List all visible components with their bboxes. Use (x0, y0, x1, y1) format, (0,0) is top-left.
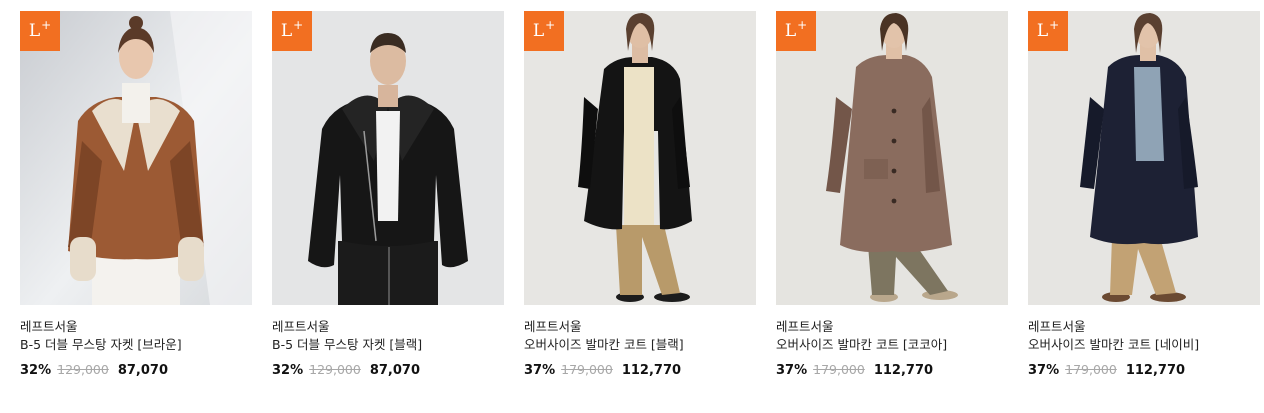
product-grid: L+ 레프트서울 B-5 더블 무스탕 자켓 [브라운] 32% 129,000 8… (0, 0, 1264, 413)
product-image[interactable]: L+ (524, 11, 756, 305)
product-name[interactable]: B-5 더블 무스탕 자켓 [브라운] (20, 334, 182, 353)
product-image[interactable]: L+ (1028, 11, 1260, 305)
lplus-badge: L+ (776, 11, 816, 51)
discount-rate: 32% (20, 363, 52, 378)
original-price: 179,000 (561, 362, 613, 377)
product-image[interactable]: L+ (272, 11, 504, 305)
brand-name: 레프트서울 (776, 319, 834, 334)
sale-price: 112,770 (1125, 363, 1186, 378)
discount-rate: 37% (776, 363, 808, 378)
original-price: 129,000 (309, 362, 361, 377)
product-card[interactable]: L+ 레프트서울 오버사이즈 발마칸 코트 [코코아] 37% 179,000 11… (776, 11, 1008, 391)
price-row: 37% 179,000 112,770 (776, 362, 933, 378)
price-row: 32% 129,000 87,070 (272, 362, 420, 378)
product-card[interactable]: L+ 레프트서울 B-5 더블 무스탕 자켓 [브라운] 32% 129,000 8… (20, 11, 252, 391)
product-image[interactable]: L+ (776, 11, 1008, 305)
sale-price: 112,770 (621, 363, 682, 378)
product-name[interactable]: 오버사이즈 발마칸 코트 [네이비] (1028, 334, 1199, 353)
sale-price: 87,070 (117, 363, 168, 378)
product-name[interactable]: 오버사이즈 발마칸 코트 [코코아] (776, 334, 947, 353)
original-price: 179,000 (813, 362, 865, 377)
price-row: 32% 129,000 87,070 (20, 362, 168, 378)
product-card[interactable]: L+ 레프트서울 오버사이즈 발마칸 코트 [네이비] 37% 179,000 11… (1028, 11, 1260, 391)
discount-rate: 37% (1028, 363, 1060, 378)
product-name[interactable]: 오버사이즈 발마칸 코트 [블랙] (524, 334, 684, 353)
brand-name: 레프트서울 (524, 319, 582, 334)
lplus-badge: L+ (524, 11, 564, 51)
price-row: 37% 179,000 112,770 (524, 362, 681, 378)
sale-price: 87,070 (369, 363, 420, 378)
brand-name: 레프트서울 (1028, 319, 1086, 334)
original-price: 129,000 (57, 362, 109, 377)
product-card[interactable]: L+ 레프트서울 오버사이즈 발마칸 코트 [블랙] 37% 179,000 112… (524, 11, 756, 391)
product-card[interactable]: L+ 레프트서울 B-5 더블 무스탕 자켓 [블랙] 32% 129,000 87… (272, 11, 504, 391)
brand-name: 레프트서울 (20, 319, 78, 334)
lplus-badge: L+ (272, 11, 312, 51)
product-name[interactable]: B-5 더블 무스탕 자켓 [블랙] (272, 334, 422, 353)
brand-name: 레프트서울 (272, 319, 330, 334)
price-row: 37% 179,000 112,770 (1028, 362, 1185, 378)
lplus-badge: L+ (1028, 11, 1068, 51)
discount-rate: 32% (272, 363, 304, 378)
original-price: 179,000 (1065, 362, 1117, 377)
product-image[interactable]: L+ (20, 11, 252, 305)
sale-price: 112,770 (873, 363, 934, 378)
lplus-badge: L+ (20, 11, 60, 51)
discount-rate: 37% (524, 363, 556, 378)
